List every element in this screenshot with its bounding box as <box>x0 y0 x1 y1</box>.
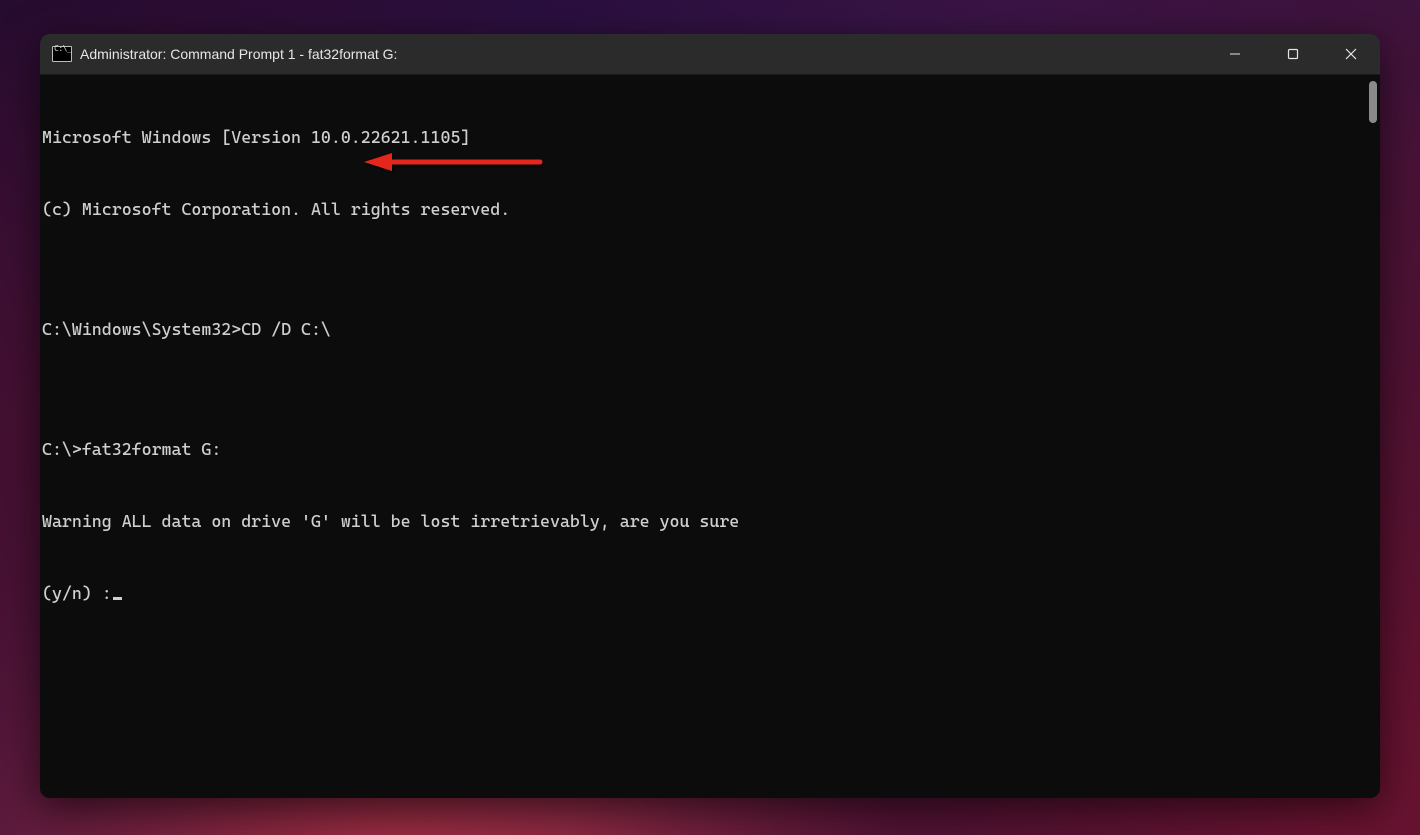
scrollbar-thumb[interactable] <box>1369 81 1377 123</box>
terminal-output[interactable]: Microsoft Windows [Version 10.0.22621.11… <box>40 75 1380 798</box>
maximize-icon <box>1287 48 1299 60</box>
output-line: (c) Microsoft Corporation. All rights re… <box>42 197 1380 221</box>
title-bar[interactable]: Administrator: Command Prompt 1 - fat32f… <box>40 34 1380 75</box>
minimize-icon <box>1229 48 1241 60</box>
output-line: C:\>fat32format G: <box>42 437 1380 461</box>
maximize-button[interactable] <box>1264 34 1322 74</box>
close-button[interactable] <box>1322 34 1380 74</box>
close-icon <box>1345 48 1357 60</box>
cmd-icon <box>52 46 72 62</box>
scrollbar[interactable] <box>1367 77 1377 798</box>
prompt-text: (y/n) : <box>42 583 112 603</box>
output-line: Microsoft Windows [Version 10.0.22621.11… <box>42 125 1380 149</box>
window-title: Administrator: Command Prompt 1 - fat32f… <box>80 46 1206 62</box>
window-controls <box>1206 34 1380 74</box>
command-prompt-window: Administrator: Command Prompt 1 - fat32f… <box>40 34 1380 798</box>
output-line: Warning ALL data on drive 'G' will be lo… <box>42 509 1380 533</box>
text-cursor <box>113 597 122 600</box>
prompt-line: (y/n) : <box>42 581 1380 605</box>
minimize-button[interactable] <box>1206 34 1264 74</box>
desktop-background: Administrator: Command Prompt 1 - fat32f… <box>0 0 1420 835</box>
output-line: C:\Windows\System32>CD /D C:\ <box>42 317 1380 341</box>
